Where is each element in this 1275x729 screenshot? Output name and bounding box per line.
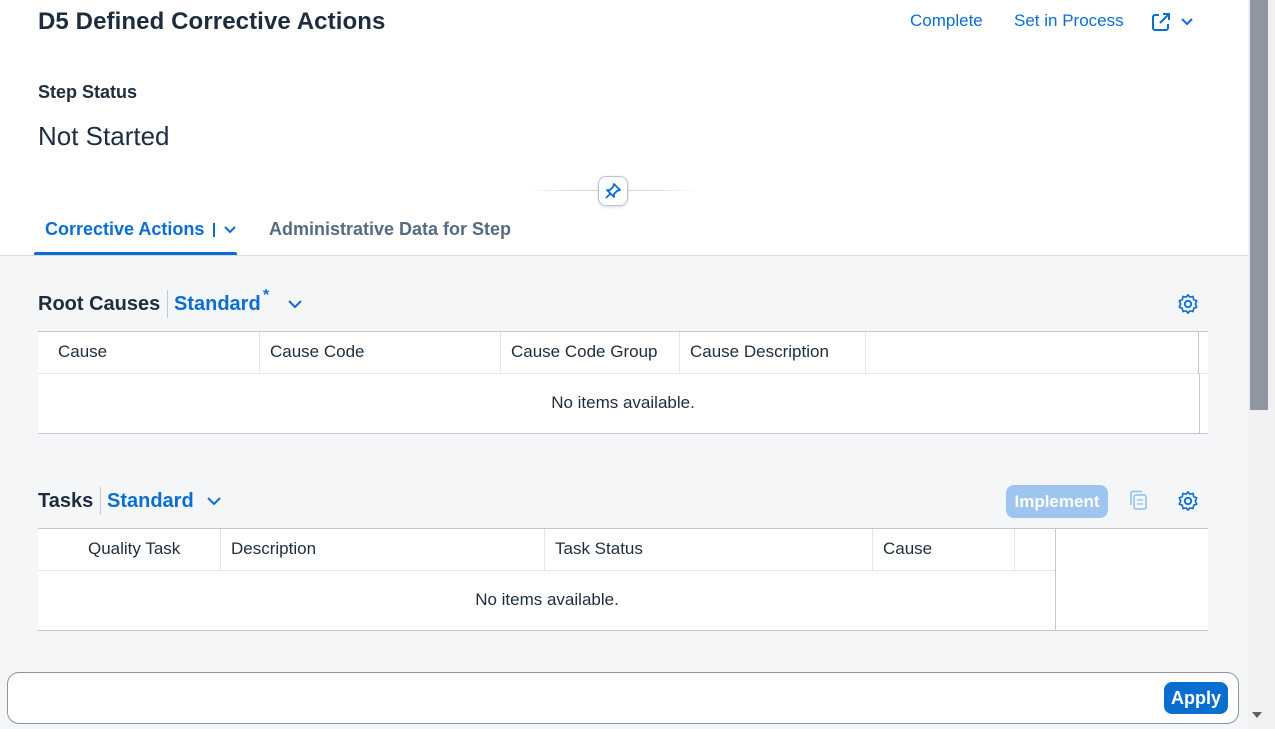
share-menu-button[interactable] xyxy=(1150,8,1202,36)
table-header: Cause Cause Code Cause Code Group Cause … xyxy=(38,332,1208,374)
chevron-down-icon[interactable] xyxy=(205,492,223,510)
copy-icon[interactable] xyxy=(1128,489,1150,513)
column-header-description[interactable]: Description xyxy=(221,529,545,571)
gear-icon[interactable] xyxy=(1177,490,1199,512)
chevron-down-icon xyxy=(1181,18,1193,26)
tab-administrative-data[interactable]: Administrative Data for Step xyxy=(269,219,511,240)
variant-modified-marker: * xyxy=(263,287,270,304)
table-edge xyxy=(1199,374,1200,434)
object-page-header: D5 Defined Corrective Actions Complete S… xyxy=(0,0,1248,256)
no-items-text: No items available. xyxy=(551,393,695,412)
gear-icon[interactable] xyxy=(1177,293,1199,315)
column-header-cause[interactable]: Cause xyxy=(873,529,1015,571)
root-causes-title: Root Causes xyxy=(38,293,161,315)
chevron-down-icon[interactable] xyxy=(286,295,304,313)
column-header-cause-code[interactable]: Cause Code xyxy=(260,332,501,374)
tasks-title: Tasks xyxy=(38,490,94,512)
column-header-task-status[interactable]: Task Status xyxy=(545,529,873,571)
column-header-filler xyxy=(1015,529,1056,571)
complete-button[interactable]: Complete xyxy=(910,11,983,31)
column-header-filler xyxy=(866,332,1199,374)
scroll-down-arrow[interactable] xyxy=(1252,712,1262,718)
apply-button[interactable]: Apply xyxy=(1164,682,1228,714)
root-causes-variant[interactable]: Standard xyxy=(174,293,261,316)
implement-button[interactable]: Implement xyxy=(1006,485,1108,518)
pin-header-button[interactable] xyxy=(598,176,628,206)
set-in-process-button[interactable]: Set in Process xyxy=(1014,11,1124,31)
step-status-label: Step Status xyxy=(38,82,138,102)
scrollbar-thumb[interactable] xyxy=(1250,0,1268,410)
page-title: D5 Defined Corrective Actions xyxy=(38,8,386,35)
tab-separator xyxy=(213,223,215,237)
footer-toolbar xyxy=(7,672,1239,724)
root-causes-table: Cause Cause Code Cause Code Group Cause … xyxy=(38,331,1208,434)
column-header-quality-task[interactable]: Quality Task xyxy=(38,529,221,571)
table-edge xyxy=(1055,571,1056,631)
tasks-table: Quality Task Description Task Status Cau… xyxy=(38,528,1208,631)
title-separator xyxy=(100,487,101,515)
step-status-value: Not Started xyxy=(38,121,170,151)
column-header-cause[interactable]: Cause xyxy=(38,332,260,374)
tab-corrective-actions[interactable]: Corrective Actions xyxy=(45,219,204,240)
tasks-variant[interactable]: Standard xyxy=(107,490,194,513)
pin-icon xyxy=(605,183,621,199)
title-separator xyxy=(167,290,168,318)
no-items-text: No items available. xyxy=(475,590,619,609)
share-icon xyxy=(1152,13,1170,31)
column-header-cause-code-group[interactable]: Cause Code Group xyxy=(501,332,680,374)
column-header-cause-description[interactable]: Cause Description xyxy=(680,332,866,374)
active-tab-indicator xyxy=(34,252,237,255)
chevron-down-icon[interactable] xyxy=(222,222,238,238)
table-header: Quality Task Description Task Status Cau… xyxy=(38,529,1056,571)
